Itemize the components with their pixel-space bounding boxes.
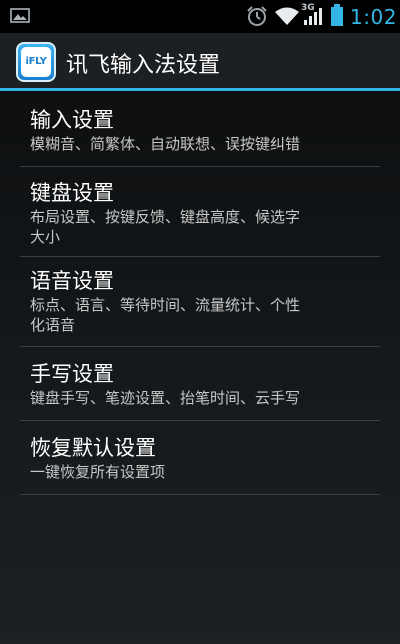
settings-item-subtitle: 键盘手写、笔迹设置、抬笔时间、云手写 [30, 389, 301, 407]
photo-icon [10, 8, 30, 23]
screen: 3G 1:02 iFLY 讯飞输入法设置 输入设置 模糊音、简繁体、自动联想、误… [0, 0, 400, 644]
settings-item-title: 语音设置 [30, 269, 114, 293]
status-bar: 3G 1:02 [0, 0, 400, 33]
divider [20, 494, 380, 495]
wifi-icon [275, 7, 299, 25]
settings-item-keyboard[interactable]: 键盘设置 布局设置、按键反馈、键盘高度、候选字 大小 [0, 167, 400, 256]
settings-item-subtitle: 一键恢复所有设置项 [30, 463, 166, 481]
action-bar: iFLY 讯飞输入法设置 [0, 33, 400, 91]
settings-item-subtitle-line2: 大小 [30, 228, 61, 246]
settings-item-restore-defaults[interactable]: 恢复默认设置 一键恢复所有设置项 [0, 421, 400, 494]
settings-item-voice[interactable]: 语音设置 标点、语言、等待时间、流量统计、个性 化语音 [0, 257, 400, 346]
settings-item-subtitle: 标点、语言、等待时间、流量统计、个性 [30, 296, 301, 314]
settings-item-subtitle: 模糊音、简繁体、自动联想、误按键纠错 [30, 135, 301, 153]
alarm-clock-icon [247, 6, 267, 26]
settings-item-subtitle-line2: 化语音 [30, 316, 76, 334]
settings-item-title: 输入设置 [30, 108, 114, 132]
logo-text: iFLY [25, 56, 47, 67]
battery-icon [331, 4, 343, 26]
settings-list: 输入设置 模糊音、简繁体、自动联想、误按键纠错 键盘设置 布局设置、按键反馈、键… [0, 94, 400, 495]
settings-item-title: 手写设置 [30, 362, 114, 386]
settings-item-title: 键盘设置 [30, 181, 114, 205]
settings-item-handwriting[interactable]: 手写设置 键盘手写、笔迹设置、抬笔时间、云手写 [0, 347, 400, 420]
page-title: 讯飞输入法设置 [66, 53, 221, 78]
settings-item-title: 恢复默认设置 [30, 436, 156, 460]
signal-icon [304, 8, 322, 25]
app-logo-icon[interactable]: iFLY [16, 42, 56, 82]
settings-item-input[interactable]: 输入设置 模糊音、简繁体、自动联想、误按键纠错 [0, 94, 400, 166]
clock-time: 1:02 [350, 5, 397, 29]
settings-item-subtitle: 布局设置、按键反馈、键盘高度、候选字 [30, 208, 301, 226]
